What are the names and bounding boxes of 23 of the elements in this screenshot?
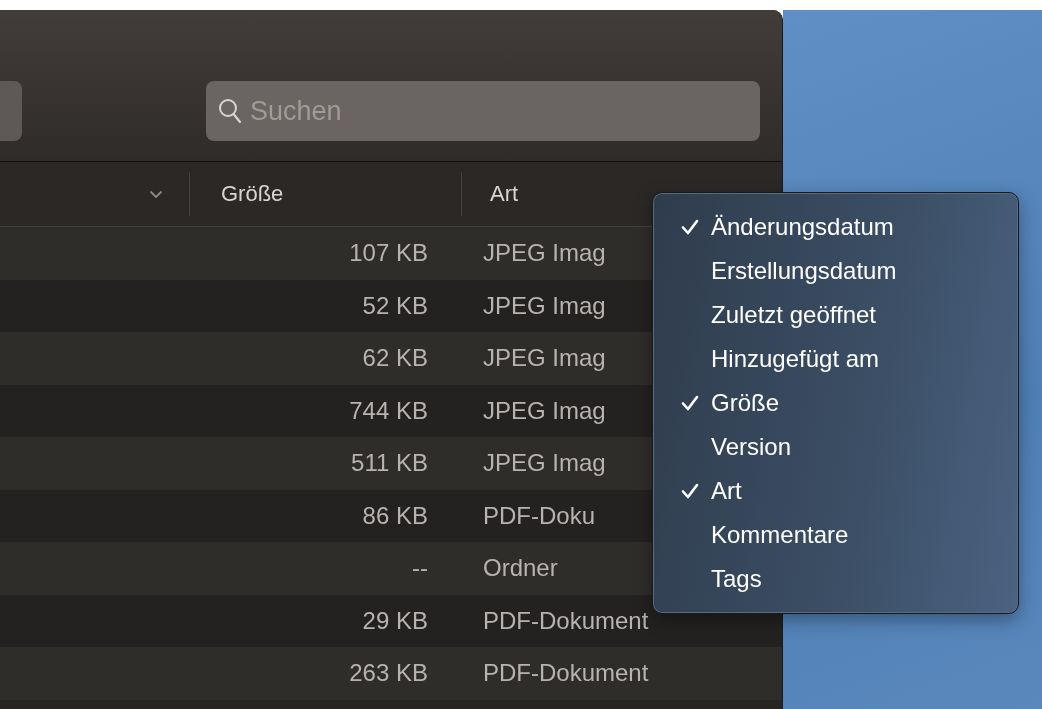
- kind-cell: Ordner: [483, 554, 558, 583]
- kind-cell: JPEG Imag: [483, 291, 606, 320]
- size-cell-text: 86 KB: [361, 501, 428, 530]
- size-cell-text: 62 KB: [361, 344, 428, 373]
- chevron-down-icon[interactable]: [149, 189, 163, 199]
- kind-cell: JPEG Imag: [483, 396, 606, 425]
- file-row[interactable]: 29 KB PDF-Dokument: [0, 594, 782, 647]
- column-header[interactable]: Größe: [221, 181, 284, 207]
- file-row[interactable]: 263 KB PDF-Dokument: [0, 647, 782, 700]
- kind-cell: JPEG Imag: [483, 239, 606, 268]
- size-cell-text: 52 KB: [361, 291, 428, 320]
- column-header[interactable]: Art: [490, 181, 519, 207]
- size-cell-text: --: [411, 554, 428, 583]
- size-cell-text: 263 KB: [348, 659, 428, 688]
- kind-cell: PDF-Dokument: [483, 659, 649, 688]
- kind-cell: PDF-Doku: [483, 501, 596, 530]
- size-cell-text: 107 KB: [348, 239, 428, 268]
- size-cell-text: 29 KB: [361, 606, 428, 635]
- size-cell-text: 511 KB: [350, 449, 428, 478]
- kind-cell: JPEG Imag: [483, 449, 606, 478]
- size-cell-text: 744 KB: [348, 396, 428, 425]
- kind-cell: PDF-Dokument: [483, 606, 649, 635]
- kind-cell: JPEG Imag: [483, 344, 606, 373]
